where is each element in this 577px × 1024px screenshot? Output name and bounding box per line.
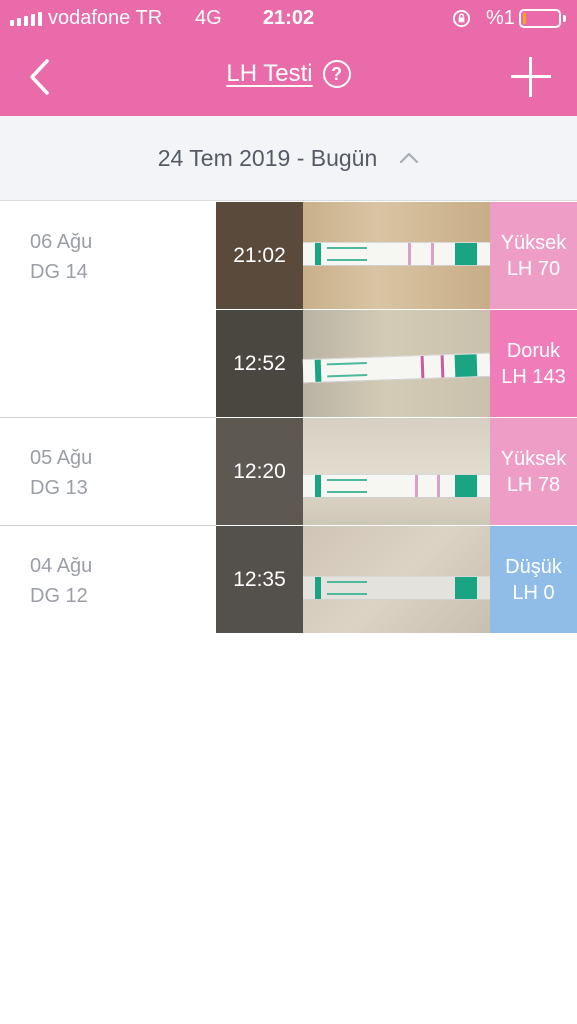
result-badge: Yüksek LH 78 <box>490 418 577 525</box>
result-level: Doruk <box>506 339 561 362</box>
battery-cap <box>563 15 566 22</box>
result-value: LH 70 <box>506 257 561 280</box>
test-strip-photo <box>303 202 490 309</box>
help-icon[interactable]: ? <box>322 60 351 88</box>
result-badge: Yüksek LH 70 <box>490 202 577 309</box>
cycle-day: DG 12 <box>30 585 88 607</box>
test-entry[interactable]: 12:35 Düşük LH 0 <box>216 526 577 633</box>
battery-icon <box>519 9 561 28</box>
result-level: Yüksek <box>500 447 567 470</box>
test-entry[interactable]: 12:52 Doruk LH 143 <box>216 310 577 417</box>
test-strip-photo <box>302 310 491 417</box>
day-date: 04 Ağu <box>30 555 93 577</box>
day-row: 04 Ağu DG 12 12:35 Düşük LH 0 <box>0 526 577 634</box>
cycle-day: DG 14 <box>30 261 88 283</box>
date-range-selector[interactable]: 24 Tem 2019 - Bugün <box>0 116 577 201</box>
page-title[interactable]: LH Testi <box>226 60 312 88</box>
test-entry[interactable]: 21:02 Yüksek LH 70 <box>216 202 577 309</box>
result-value: LH 0 <box>512 581 555 604</box>
nav-bar: LH Testi ? <box>0 38 577 116</box>
day-date: 05 Ağu <box>30 447 93 469</box>
result-level: Yüksek <box>500 231 567 254</box>
result-value: LH 78 <box>506 473 561 496</box>
test-time: 21:02 <box>216 202 303 309</box>
test-strip-photo <box>303 418 490 525</box>
day-row: 05 Ağu DG 13 12:20 Yüksek LH 78 <box>0 418 577 526</box>
add-icon[interactable] <box>506 52 556 102</box>
day-date: 06 Ağu <box>30 231 93 253</box>
date-range-label: 24 Tem 2019 - Bugün <box>157 144 378 171</box>
battery-percent: %1 <box>486 7 515 29</box>
test-time: 12:35 <box>216 526 303 633</box>
result-badge: Doruk LH 143 <box>490 310 577 417</box>
status-bar: vodafone TR 4G 21:02 %1 <box>0 0 577 38</box>
day-row: 06 Ağu DG 14 21:02 Yüksek LH 70 12:52 Do… <box>0 202 577 418</box>
rotation-lock-icon <box>452 9 471 28</box>
test-time: 12:52 <box>216 310 303 417</box>
test-entry[interactable]: 12:20 Yüksek LH 78 <box>216 418 577 525</box>
header: vodafone TR 4G 21:02 %1 LH Testi ? <box>0 0 577 116</box>
chevron-up-icon <box>400 152 419 164</box>
result-value: LH 143 <box>501 365 566 388</box>
cycle-day: DG 13 <box>30 477 88 499</box>
test-strip-photo <box>303 526 490 633</box>
test-time: 12:20 <box>216 418 303 525</box>
title-group: LH Testi ? <box>0 60 577 88</box>
result-level: Düşük <box>505 555 562 578</box>
result-badge: Düşük LH 0 <box>490 526 577 633</box>
